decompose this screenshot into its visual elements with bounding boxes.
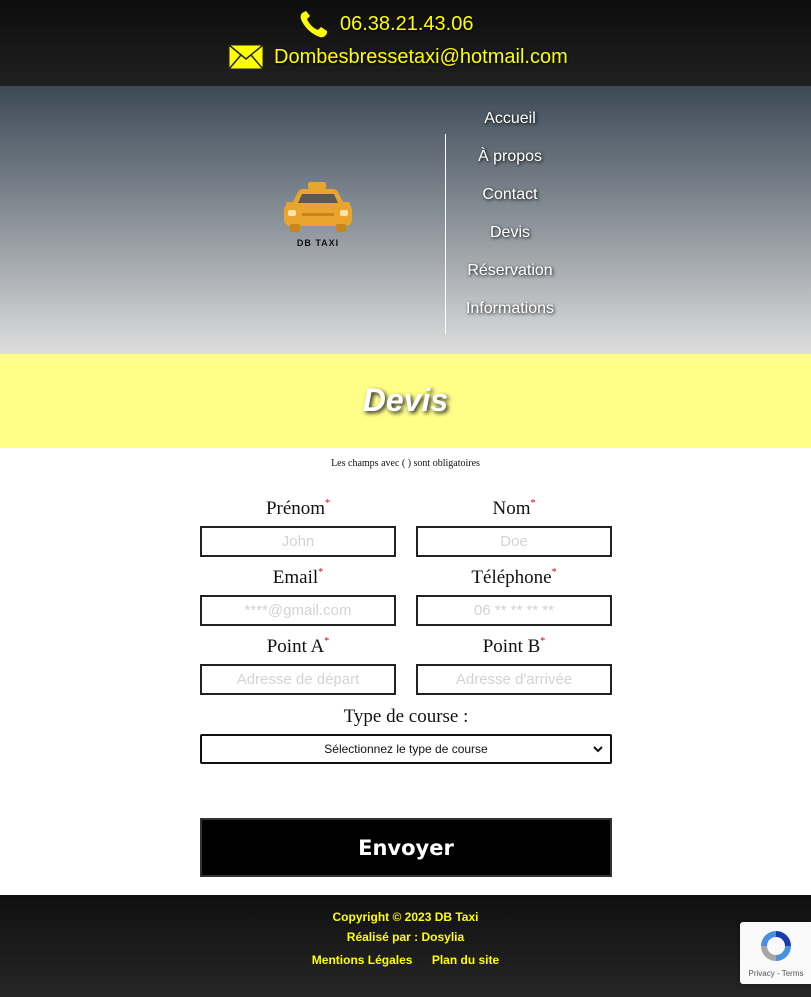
- footer-links: Mentions Légales Plan du site: [0, 953, 811, 967]
- nav-item-reservation[interactable]: Réservation: [448, 258, 572, 296]
- submit-button[interactable]: Envoyer: [200, 818, 612, 877]
- required-marker: *: [540, 636, 546, 647]
- phone-contact[interactable]: 06.38.21.43.06: [298, 10, 473, 38]
- logo[interactable]: DB TAXI: [278, 180, 358, 260]
- course-type-select[interactable]: Sélectionnez le type de course: [200, 734, 612, 764]
- top-contact-bar: 06.38.21.43.06 Dombesbressetaxi@hotmail.…: [0, 0, 811, 86]
- email-address[interactable]: Dombesbressetaxi@hotmail.com: [274, 46, 568, 69]
- nav-divider: [445, 134, 446, 334]
- telephone-field: Téléphone*: [416, 567, 612, 626]
- prenom-input[interactable]: [200, 526, 396, 557]
- required-marker: *: [318, 567, 324, 578]
- email-contact[interactable]: Dombesbressetaxi@hotmail.com: [228, 44, 568, 70]
- recaptcha-badge[interactable]: Privacy - Terms: [740, 922, 811, 984]
- logo-text: DB TAXI: [296, 238, 340, 248]
- nav-item-accueil[interactable]: Accueil: [448, 106, 572, 144]
- nav-item-contact[interactable]: Contact: [448, 182, 572, 220]
- nav-item-devis[interactable]: Devis: [448, 220, 572, 258]
- hero-header: DB TAXI Accueil À propos Contact Devis R…: [0, 86, 811, 354]
- nom-label: Nom*: [492, 498, 536, 519]
- phone-number[interactable]: 06.38.21.43.06: [340, 13, 473, 36]
- nom-input[interactable]: [416, 526, 612, 557]
- plan-du-site-link[interactable]: Plan du site: [432, 953, 499, 967]
- mentions-legales-link[interactable]: Mentions Légales: [312, 953, 413, 967]
- course-type-label: Type de course :: [343, 706, 469, 727]
- nav-item-a-propos[interactable]: À propos: [448, 144, 572, 182]
- credits-text: Réalisé par : Dosylia: [346, 930, 465, 944]
- email-input[interactable]: [200, 595, 396, 626]
- required-marker: *: [530, 498, 536, 509]
- recaptcha-links[interactable]: Privacy - Terms: [740, 969, 811, 978]
- point-a-label: Point A*: [266, 636, 330, 657]
- point-a-field: Point A*: [200, 636, 396, 695]
- point-b-input[interactable]: [416, 664, 612, 695]
- chevron-down-icon: [592, 743, 604, 758]
- point-a-input[interactable]: [200, 664, 396, 695]
- phone-icon: [298, 10, 330, 38]
- recaptcha-icon: [758, 928, 794, 969]
- prenom-field: Prénom*: [200, 498, 396, 557]
- taxi-icon: [284, 182, 352, 232]
- required-marker: *: [325, 498, 331, 509]
- required-marker: *: [324, 636, 330, 647]
- mail-icon: [228, 44, 264, 70]
- email-label: Email*: [272, 567, 324, 588]
- telephone-input[interactable]: [416, 595, 612, 626]
- telephone-label: Téléphone*: [471, 567, 557, 588]
- required-note: Les champs avec ( ) sont obligatoires: [331, 458, 480, 469]
- point-b-field: Point B*: [416, 636, 612, 695]
- main-nav: Accueil À propos Contact Devis Réservati…: [448, 106, 572, 334]
- copyright-text: Copyright © 2023 DB Taxi: [332, 910, 479, 924]
- required-marker: *: [551, 567, 557, 578]
- nav-item-informations[interactable]: Informations: [448, 296, 572, 334]
- footer: Copyright © 2023 DB Taxi Réalisé par : D…: [0, 895, 811, 997]
- point-b-label: Point B*: [482, 636, 546, 657]
- email-field: Email*: [200, 567, 396, 626]
- title-band: Devis: [0, 354, 811, 448]
- course-type-selected: Sélectionnez le type de course: [324, 742, 488, 756]
- page-title: Devis: [362, 382, 449, 418]
- nom-field: Nom*: [416, 498, 612, 557]
- prenom-label: Prénom*: [265, 498, 331, 519]
